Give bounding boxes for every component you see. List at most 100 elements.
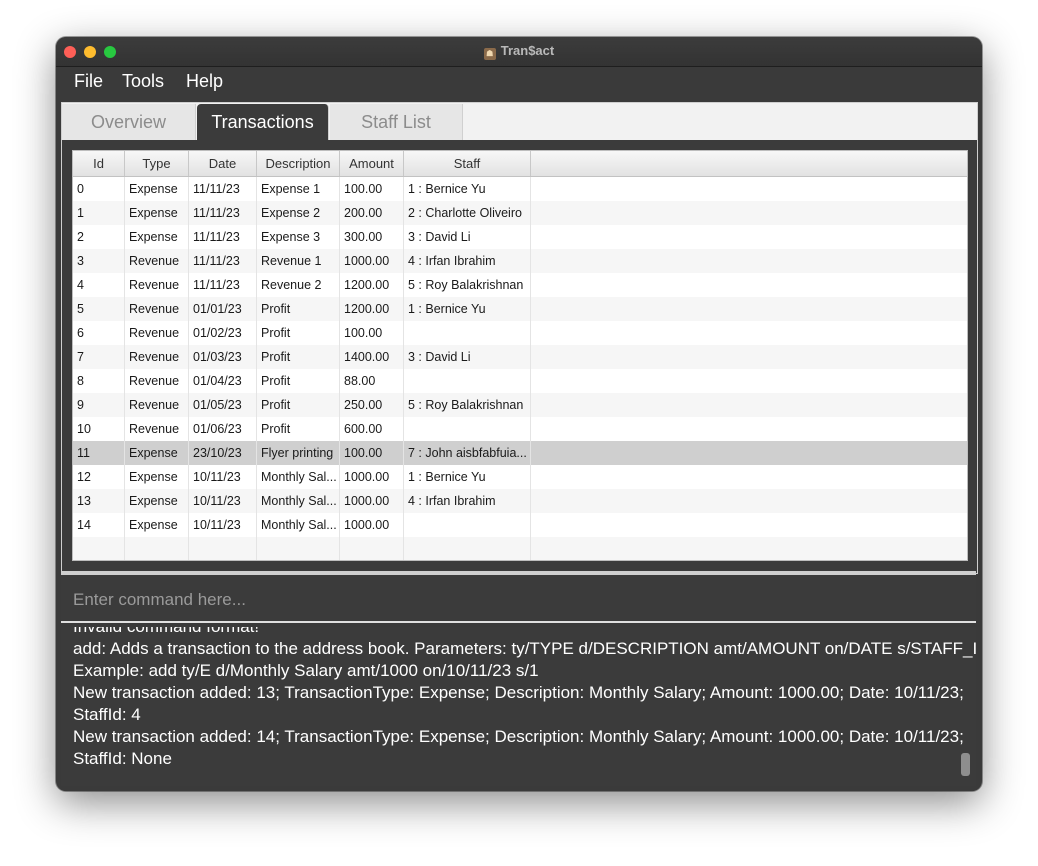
transactions-panel: Id Type Date Description Amount Staff 0E…: [62, 140, 977, 573]
cell-description: Monthly Sal...: [257, 513, 340, 537]
cell-id: 7: [73, 345, 125, 369]
table-row[interactable]: 10 Revenue 01/06/23 Profit 600.00: [73, 417, 967, 441]
command-box: [61, 575, 976, 623]
cell-date: 23/10/23: [189, 441, 257, 465]
tab-pane: Overview Transactions Staff List Id Type…: [61, 102, 978, 574]
cell-description: Revenue 2: [257, 273, 340, 297]
window-bottom-edge: [56, 786, 982, 791]
table-row[interactable]: 4 Revenue 11/11/23 Revenue 2 1200.00 5 : Roy …: [73, 273, 967, 297]
table-row[interactable]: 8 Revenue 01/04/23 Profit 88.00: [73, 369, 967, 393]
result-line: New transaction added: 14; TransactionTy…: [73, 727, 964, 746]
cell-description: Profit: [257, 345, 340, 369]
command-input[interactable]: [71, 585, 955, 615]
cell-staff: 3 : David Li: [404, 345, 531, 369]
table-row[interactable]: 5 Revenue 01/01/23 Profit 1200.00 1 : Bernice…: [73, 297, 967, 321]
result-display: StaffId: None New transaction added: 14; …: [61, 627, 976, 786]
cell-type: Revenue: [125, 345, 189, 369]
cell-amount: 100.00: [340, 321, 404, 345]
menu-help[interactable]: Help: [186, 71, 223, 92]
cell-amount: 1400.00: [340, 345, 404, 369]
window-title-area: ☗ Tran$act: [56, 43, 982, 60]
cell-id: 10: [73, 417, 125, 441]
column-header-description[interactable]: Description: [257, 151, 340, 176]
cell-amount: 100.00: [340, 441, 404, 465]
cell-description: Profit: [257, 417, 340, 441]
table-row[interactable]: 14 Expense 10/11/23 Monthly Sal... 1000.00: [73, 513, 967, 537]
cell-description: Expense 2: [257, 201, 340, 225]
cell-date: 11/11/23: [189, 177, 257, 201]
table-row[interactable]: 9 Revenue 01/05/23 Profit 250.00 5 : Roy Bala…: [73, 393, 967, 417]
tab-overview[interactable]: Overview: [62, 104, 196, 140]
cell-type: Revenue: [125, 273, 189, 297]
cell-id: 11: [73, 441, 125, 465]
cell-date: 11/11/23: [189, 249, 257, 273]
cell-date: 10/11/23: [189, 489, 257, 513]
cell-type: Expense: [125, 225, 189, 249]
table-header: Id Type Date Description Amount Staff: [73, 151, 967, 177]
cell-id: 1: [73, 201, 125, 225]
cell-type: Expense: [125, 513, 189, 537]
cell-date: [189, 537, 257, 560]
cell-staff: [404, 369, 531, 393]
cell-id: 6: [73, 321, 125, 345]
cell-amount: 88.00: [340, 369, 404, 393]
cell-type: Revenue: [125, 249, 189, 273]
cell-id: 2: [73, 225, 125, 249]
cell-date: 11/11/23: [189, 225, 257, 249]
column-header-date[interactable]: Date: [189, 151, 257, 176]
cell-staff: 3 : David Li: [404, 225, 531, 249]
cell-staff: 7 : John aisbfabfuia...: [404, 441, 531, 465]
cell-staff: 4 : Irfan Ibrahim: [404, 249, 531, 273]
tab-staff-list[interactable]: Staff List: [330, 104, 463, 140]
cell-staff: [404, 321, 531, 345]
cell-staff: 2 : Charlotte Oliveiro: [404, 201, 531, 225]
cell-amount: 250.00: [340, 393, 404, 417]
table-row[interactable]: [73, 537, 967, 560]
cell-description: Profit: [257, 297, 340, 321]
cell-description: Monthly Sal...: [257, 465, 340, 489]
cell-description: Profit: [257, 393, 340, 417]
cell-staff: 1 : Bernice Yu: [404, 297, 531, 321]
column-header-id[interactable]: Id: [73, 151, 125, 176]
cell-description: Revenue 1: [257, 249, 340, 273]
cell-amount: 600.00: [340, 417, 404, 441]
column-header-staff[interactable]: Staff: [404, 151, 531, 176]
cell-description: [257, 537, 340, 560]
table-row[interactable]: 1 Expense 11/11/23 Expense 2 200.00 2 : Charl…: [73, 201, 967, 225]
cell-type: Expense: [125, 489, 189, 513]
menu-tools[interactable]: Tools: [122, 71, 164, 92]
table-row[interactable]: 11 Expense 23/10/23 Flyer printing 100.00 7 :…: [73, 441, 967, 465]
column-header-type[interactable]: Type: [125, 151, 189, 176]
table-row[interactable]: 12 Expense 10/11/23 Monthly Sal... 1000.00 1 …: [73, 465, 967, 489]
cell-type: Expense: [125, 177, 189, 201]
table-row[interactable]: 6 Revenue 01/02/23 Profit 100.00: [73, 321, 967, 345]
title-bar: ☗ Tran$act: [56, 37, 982, 67]
table-row[interactable]: 2 Expense 11/11/23 Expense 3 300.00 3 : David…: [73, 225, 967, 249]
table-row[interactable]: 7 Revenue 01/03/23 Profit 1400.00 3 : David L…: [73, 345, 967, 369]
tab-transactions[interactable]: Transactions: [197, 104, 329, 140]
cell-description: Monthly Sal...: [257, 489, 340, 513]
cell-staff: 1 : Bernice Yu: [404, 465, 531, 489]
cell-date: 01/05/23: [189, 393, 257, 417]
cell-amount: 1000.00: [340, 489, 404, 513]
cell-date: 10/11/23: [189, 513, 257, 537]
cell-description: Expense 3: [257, 225, 340, 249]
cell-date: 01/04/23: [189, 369, 257, 393]
cell-description: Profit: [257, 321, 340, 345]
cell-amount: 100.00: [340, 177, 404, 201]
menu-file[interactable]: File: [74, 71, 103, 92]
result-scrollbar[interactable]: [961, 753, 970, 776]
transactions-table[interactable]: Id Type Date Description Amount Staff 0E…: [72, 150, 968, 561]
table-row[interactable]: 0 Expense 11/11/23 Expense 1 100.00 1 : Berni…: [73, 177, 967, 201]
table-row[interactable]: 13 Expense 10/11/23 Monthly Sal... 1000.00 4 …: [73, 489, 967, 513]
cell-id: [73, 537, 125, 560]
cell-staff: 5 : Roy Balakrishnan: [404, 393, 531, 417]
table-row[interactable]: 3 Revenue 11/11/23 Revenue 1 1000.00 4 : Irfa…: [73, 249, 967, 273]
cell-type: Expense: [125, 441, 189, 465]
result-line: add: Adds a transaction to the address b…: [73, 639, 976, 658]
cell-id: 14: [73, 513, 125, 537]
column-header-amount[interactable]: Amount: [340, 151, 404, 176]
cell-id: 4: [73, 273, 125, 297]
cell-type: Revenue: [125, 321, 189, 345]
cell-id: 12: [73, 465, 125, 489]
